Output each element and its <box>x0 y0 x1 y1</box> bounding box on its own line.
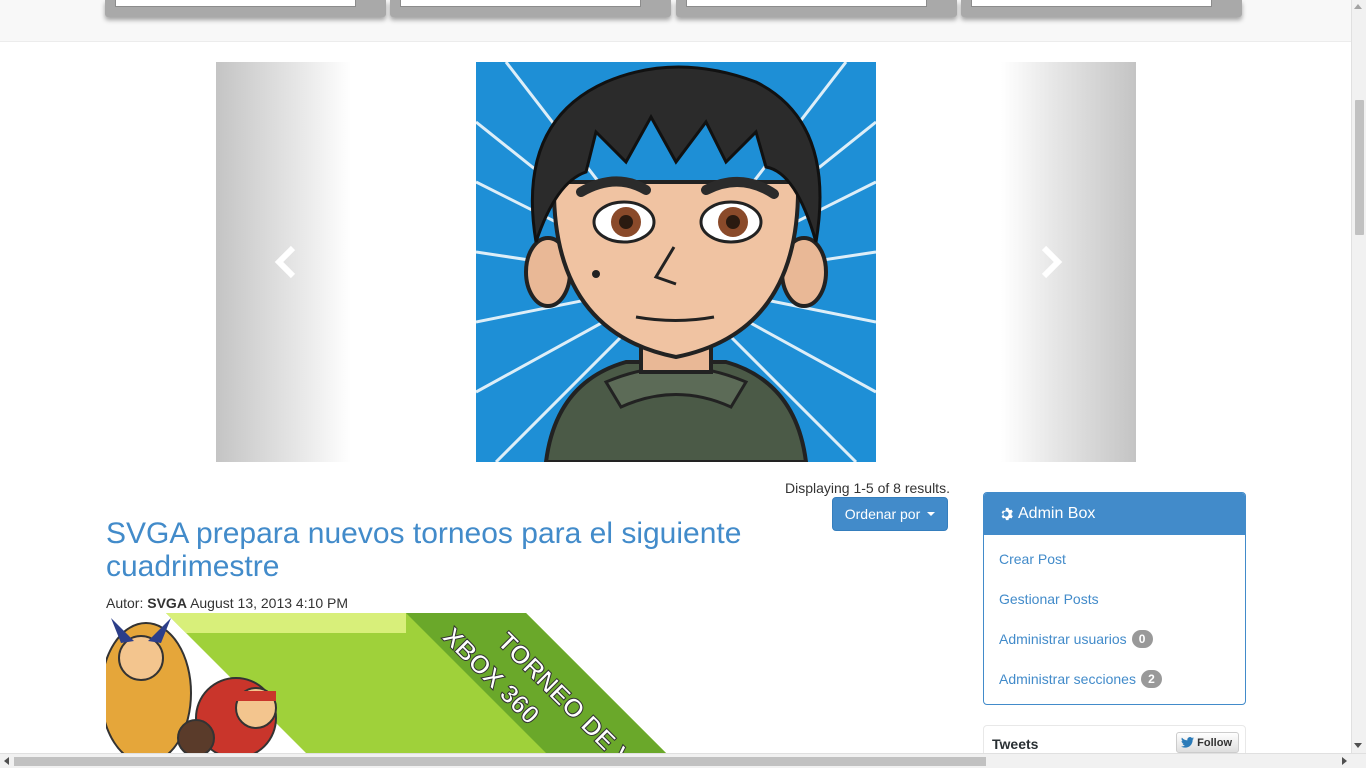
horizontal-scroll-thumb[interactable] <box>14 757 986 766</box>
nav-tile[interactable] <box>105 0 386 17</box>
caret-down-icon <box>927 512 936 516</box>
post-title-link[interactable]: SVGA prepara nuevos torneos para el sigu… <box>106 517 806 583</box>
follow-label: Follow <box>1197 736 1232 749</box>
admin-box-header: Admin Box <box>984 493 1245 535</box>
admin-link-manage-sections[interactable]: Administrar secciones 2 <box>999 670 1162 688</box>
nav-tile[interactable] <box>390 0 671 17</box>
scroll-down-arrow-icon[interactable] <box>1354 743 1362 748</box>
carousel-next-button[interactable] <box>1001 62 1136 462</box>
carousel-prev-button[interactable] <box>216 62 351 462</box>
twitter-follow-button[interactable]: Follow <box>1176 732 1239 753</box>
top-nav-strip <box>0 0 1351 42</box>
users-count-badge: 0 <box>1131 630 1153 648</box>
horizontal-scrollbar[interactable] <box>0 753 1366 768</box>
admin-link-manage-users[interactable]: Administrar usuarios 0 <box>999 630 1153 648</box>
chevron-left-icon <box>274 245 296 279</box>
chevron-right-icon <box>1041 245 1063 279</box>
author-name: SVGA <box>147 595 187 611</box>
admin-box-panel: Admin Box Crear Post Gestionar Posts Adm… <box>983 492 1246 705</box>
sections-count-badge: 2 <box>1140 670 1162 688</box>
tournament-banner: TORNEO DE VI XBOX 360 <box>106 613 666 753</box>
sort-dropdown-button[interactable]: Ordenar por <box>832 497 948 531</box>
gear-icon <box>1001 507 1013 521</box>
nav-tile[interactable] <box>961 0 1242 17</box>
vertical-scrollbar[interactable] <box>1351 0 1366 753</box>
sort-label: Ordenar por <box>844 506 921 522</box>
scroll-right-arrow-icon[interactable] <box>1342 757 1347 765</box>
admin-link-create-post[interactable]: Crear Post <box>999 551 1066 567</box>
vertical-scroll-thumb[interactable] <box>1355 100 1364 235</box>
avatar-illustration <box>476 62 876 462</box>
scroll-left-arrow-icon[interactable] <box>4 757 9 765</box>
post-date: August 13, 2013 4:10 PM <box>190 595 349 611</box>
carousel-slide-image <box>476 62 876 462</box>
post-banner-image: TORNEO DE VI XBOX 360 <box>106 613 666 753</box>
twitter-bird-icon <box>1181 737 1195 748</box>
admin-link-manage-posts[interactable]: Gestionar Posts <box>999 591 1099 607</box>
admin-box-title: Admin Box <box>1018 505 1096 522</box>
tweets-title: Tweets <box>992 736 1039 752</box>
author-prefix: Autor: <box>106 595 144 611</box>
image-carousel <box>216 62 1136 462</box>
nav-tile[interactable] <box>676 0 957 17</box>
post-meta: Autor: SVGA August 13, 2013 4:10 PM <box>106 595 348 611</box>
results-summary: Displaying 1-5 of 8 results. <box>785 480 950 496</box>
scroll-up-arrow-icon[interactable] <box>1354 4 1362 9</box>
